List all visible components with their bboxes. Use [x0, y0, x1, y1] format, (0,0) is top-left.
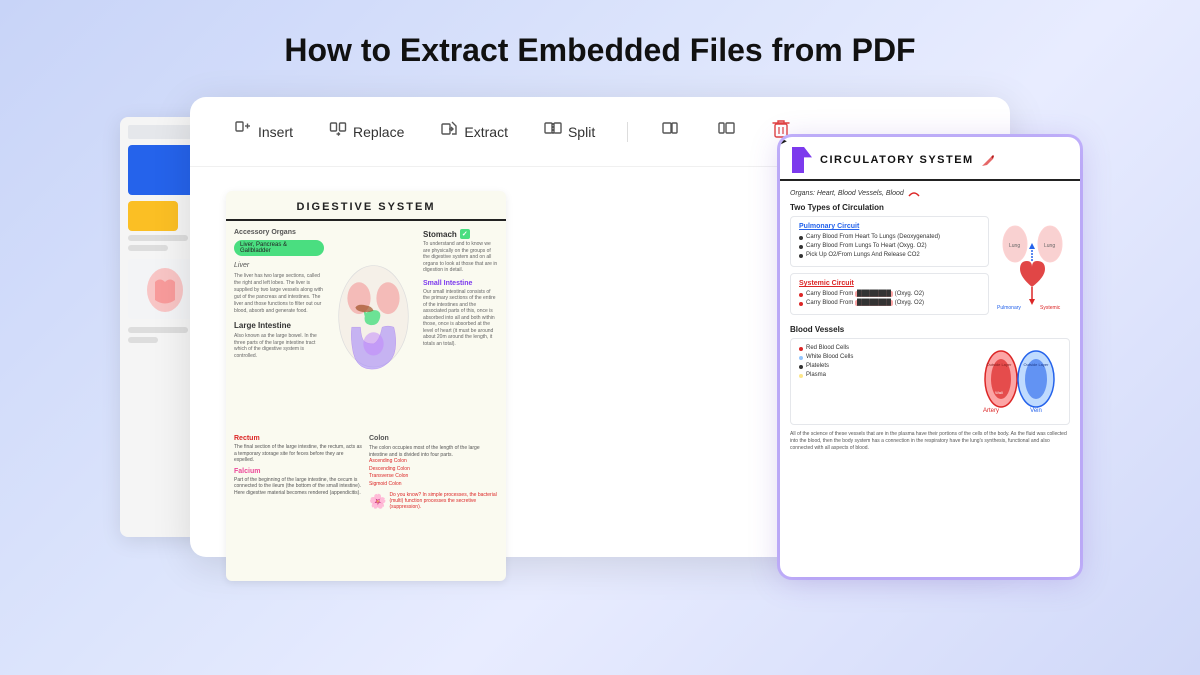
blood-vessels-title: Blood Vessels [790, 325, 1070, 334]
split-label: Split [568, 124, 595, 140]
colon-text: The colon occupies most of the length of… [369, 445, 498, 458]
svg-text:Systemic: Systemic [1040, 305, 1061, 311]
insert-icon [234, 120, 252, 143]
page-title: How to Extract Embedded Files from PDF [284, 32, 915, 69]
insert-label: Insert [258, 124, 293, 140]
cursor-icon: ▶ [780, 137, 787, 153]
svg-text:Pulmonary: Pulmonary [997, 305, 1021, 311]
check-icon: ✓ [460, 229, 470, 239]
toolbar-replace[interactable]: Replace [321, 116, 412, 147]
svg-text:Artery: Artery [983, 408, 999, 414]
liver-label: Liver [234, 262, 324, 269]
toolbar-icon1[interactable] [652, 115, 688, 148]
systemic-title: Systemic Circuit [799, 280, 980, 287]
circulatory-body: Organs: Heart, Blood Vessels, Blood Two … [780, 181, 1080, 460]
bv-plasma: Plasma [799, 371, 963, 380]
rotate-left-icon [660, 119, 680, 144]
circulatory-title: CIRCULATORY SYSTEM [820, 154, 974, 166]
content-area: Insert Replace [120, 97, 1080, 617]
rectum-label: Rectum [234, 435, 363, 442]
split-icon [544, 120, 562, 143]
replace-label: Replace [353, 124, 404, 140]
toolbar-icon2[interactable] [708, 115, 744, 148]
falcium-text: Part of the beginning of the large intes… [234, 477, 363, 497]
pulmonary-item-2: Carry Blood From Lungs To Heart (Oxyg. O… [799, 242, 980, 251]
toolbar-split[interactable]: Split [536, 116, 603, 147]
pulmonary-item-3: Pick Up O2/From Lungs And Release CO2 [799, 251, 980, 260]
circ-logo-icon [792, 147, 812, 173]
two-types-title: Two Types of Circulation [790, 203, 1070, 212]
svg-text:Vein: Vein [1030, 408, 1042, 414]
falcium-label: Falcium [234, 468, 363, 475]
extract-label: Extract [464, 124, 508, 140]
digestive-title: DIGESTIVE SYSTEM [226, 191, 506, 221]
svg-text:Wall: Wall [995, 390, 1003, 395]
blood-vessels-box: Red Blood Cells White Blood Cells Platel… [790, 338, 1070, 425]
bottom-note: All of the science of these vessels that… [790, 431, 1070, 452]
pulmonary-item-1: Carry Blood From Heart To Lungs (Deoxyge… [799, 233, 980, 242]
systemic-item-1: Carry Blood From ████████ (Oxyg. O2) [799, 290, 980, 299]
liver-text: The liver has two large sections, called… [234, 273, 324, 315]
small-intestine-text: Our small intestinal consists of the pri… [423, 289, 498, 348]
accessory-organs-label: Accessory Organs [234, 229, 324, 236]
pulmonary-title: Pulmonary Circuit [799, 223, 980, 230]
toolbar-extract[interactable]: Extract [432, 116, 516, 147]
colon-list: Ascending Colon Descending Colon Transve… [369, 458, 498, 488]
stomach-text: To understand and to know we are physica… [423, 241, 498, 274]
large-intestine-label: Large Intestine [234, 321, 324, 330]
digestive-page: DIGESTIVE SYSTEM Accessory Organs Liver,… [226, 191, 506, 581]
replace-icon [329, 120, 347, 143]
bv-platelets: Platelets [799, 362, 963, 371]
toolbar-divider-1 [627, 122, 628, 142]
stomach-label: Stomach ✓ [423, 229, 498, 239]
extract-icon [440, 120, 458, 143]
bv-list: Red Blood Cells White Blood Cells Platel… [799, 344, 963, 419]
svg-text:Lung: Lung [1044, 243, 1055, 249]
circ-organs-row: Organs: Heart, Blood Vessels, Blood [790, 189, 1070, 197]
svg-text:Outside Layer: Outside Layer [987, 362, 1013, 367]
large-intestine-text: Also known as the large bowel. In the th… [234, 333, 324, 359]
systemic-item-2: Carry Blood From ████████ (Oxyg. O2) [799, 299, 980, 308]
svg-text:Outside Layer: Outside Layer [1024, 362, 1050, 367]
pulmonary-box: Pulmonary Circuit Carry Blood From Heart… [790, 216, 989, 267]
small-intestine-label: Small Intestine [423, 280, 498, 287]
bv-rbc: Red Blood Cells [799, 344, 963, 353]
circulatory-header: CIRCULATORY SYSTEM [780, 137, 1080, 181]
bv-wbc: White Blood Cells [799, 353, 963, 362]
circulatory-card: ▶ CIRCULATORY SYSTEM Organs: Heart, Bloo… [780, 137, 1080, 577]
rotate-right-icon [716, 119, 736, 144]
colon-label: Colon [369, 435, 498, 442]
systemic-box: Systemic Circuit Carry Blood From ██████… [790, 273, 989, 315]
svg-text:Lung: Lung [1009, 243, 1020, 249]
toolbar-insert[interactable]: Insert [226, 116, 301, 147]
accessory-pill: Liver, Pancreas & Gallbladder [234, 240, 324, 256]
rectum-text: The final section of the large intestine… [234, 444, 363, 464]
